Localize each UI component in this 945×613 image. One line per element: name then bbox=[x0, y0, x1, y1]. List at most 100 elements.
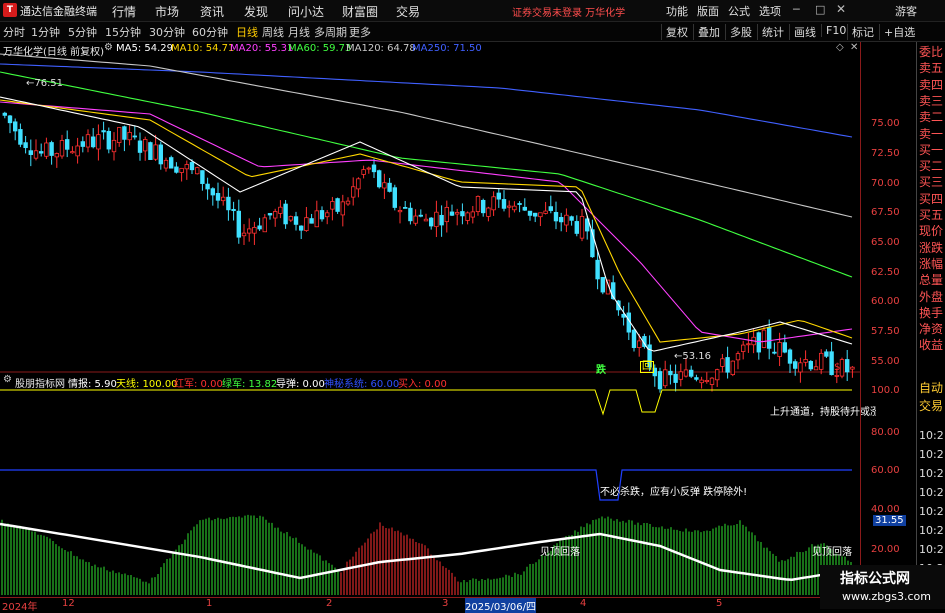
candle bbox=[533, 212, 538, 223]
f10-button[interactable]: F10 bbox=[821, 24, 846, 37]
tab-30min[interactable]: 30分钟 bbox=[149, 24, 185, 40]
moving-average-lines bbox=[0, 53, 853, 352]
tab-fenshi[interactable]: 分时 bbox=[3, 24, 25, 40]
side-label[interactable]: 交易 bbox=[919, 396, 945, 416]
kline-chart[interactable] bbox=[0, 42, 860, 597]
tab-weekly[interactable]: 周线 bbox=[262, 24, 284, 40]
candle bbox=[319, 206, 325, 222]
candle bbox=[350, 177, 356, 206]
candle bbox=[33, 139, 39, 161]
menu-banmian[interactable]: 版面 bbox=[697, 3, 719, 19]
menu-caifuquan[interactable]: 财富圈 bbox=[342, 3, 378, 20]
menu-faxian[interactable]: 发现 bbox=[244, 3, 268, 20]
menu-gongneng[interactable]: 功能 bbox=[666, 3, 688, 19]
candle bbox=[793, 359, 798, 376]
menu-wenxiaoda[interactable]: 问小达 bbox=[288, 3, 324, 20]
tab-15min[interactable]: 15分钟 bbox=[105, 24, 141, 40]
candle bbox=[428, 217, 434, 230]
sell-signal: $ bbox=[834, 362, 841, 373]
tab-monthly[interactable]: 月线 bbox=[288, 24, 310, 40]
trade-time: 10:2 bbox=[919, 543, 944, 556]
menu-xuanxiang[interactable]: 选项 bbox=[759, 3, 781, 19]
candle bbox=[91, 128, 96, 149]
maximize-icon[interactable]: □ bbox=[815, 3, 825, 16]
candle bbox=[335, 197, 340, 214]
low-price-label: ←53.16 bbox=[674, 351, 712, 362]
candle bbox=[75, 137, 80, 164]
candle bbox=[689, 365, 694, 379]
candle bbox=[480, 198, 486, 217]
sub-tick: 40.00 bbox=[871, 504, 900, 515]
guest-label[interactable]: 游客 bbox=[895, 3, 917, 19]
tab-5min[interactable]: 5分钟 bbox=[68, 24, 97, 40]
candle bbox=[470, 205, 475, 224]
candle bbox=[621, 305, 626, 326]
candle bbox=[408, 202, 413, 225]
menu-zixun[interactable]: 资讯 bbox=[200, 3, 224, 20]
menu-hangqing[interactable]: 行情 bbox=[112, 3, 136, 20]
menu-shichang[interactable]: 市场 bbox=[155, 3, 179, 20]
sub-white-line bbox=[0, 522, 853, 581]
price-tick: 70.00 bbox=[871, 178, 900, 189]
candle bbox=[382, 173, 387, 200]
candlestick-series bbox=[2, 111, 855, 393]
candle bbox=[18, 123, 23, 148]
candle bbox=[460, 203, 465, 225]
tab-multi-period[interactable]: 多周期 bbox=[314, 24, 347, 40]
candle bbox=[127, 125, 132, 146]
minimize-icon[interactable]: ─ bbox=[793, 3, 800, 16]
candle bbox=[402, 200, 408, 209]
candle bbox=[699, 376, 704, 389]
candle bbox=[278, 200, 283, 219]
mark-button[interactable]: 标记 bbox=[847, 24, 874, 40]
fuquan-button[interactable]: 复权 bbox=[661, 24, 688, 40]
candle bbox=[569, 215, 574, 226]
candle bbox=[725, 346, 730, 379]
candle bbox=[65, 130, 70, 158]
candle bbox=[210, 187, 215, 206]
date-label: 1 bbox=[206, 598, 213, 609]
menu-jiaoyi[interactable]: 交易 bbox=[396, 3, 420, 20]
trade-time: 10:2 bbox=[919, 429, 944, 442]
tab-1min[interactable]: 1分钟 bbox=[31, 24, 60, 40]
candle bbox=[272, 208, 278, 227]
candle bbox=[803, 350, 808, 367]
overlay-button[interactable]: 叠加 bbox=[693, 24, 720, 40]
candle bbox=[600, 277, 605, 295]
candle bbox=[501, 190, 507, 212]
tab-more[interactable]: 更多 bbox=[349, 24, 371, 40]
trade-time: 10:2 bbox=[919, 486, 944, 499]
menu-gongshi[interactable]: 公式 bbox=[728, 3, 750, 19]
date-label: 5 bbox=[716, 598, 723, 609]
candle bbox=[418, 209, 423, 218]
multi-stock-button[interactable]: 多股 bbox=[725, 24, 752, 40]
candle bbox=[148, 141, 153, 160]
tab-daily[interactable]: 日线 bbox=[236, 24, 258, 40]
title-bar bbox=[0, 0, 945, 22]
candle bbox=[829, 341, 834, 376]
side-label[interactable]: 收益 bbox=[919, 335, 945, 355]
candle bbox=[397, 206, 403, 224]
draw-line-button[interactable]: 画线 bbox=[789, 24, 816, 40]
sub-tick: 100.0 bbox=[871, 385, 900, 396]
candle bbox=[28, 139, 33, 167]
price-tick: 67.50 bbox=[871, 207, 900, 218]
candle bbox=[548, 195, 553, 214]
candle bbox=[761, 326, 767, 349]
candle bbox=[506, 200, 512, 218]
candle bbox=[220, 186, 226, 206]
tab-60min[interactable]: 60分钟 bbox=[192, 24, 228, 40]
add-watchlist-button[interactable]: +自选 bbox=[879, 24, 915, 40]
stats-button[interactable]: 统计 bbox=[757, 24, 784, 40]
candle bbox=[673, 364, 678, 392]
candle bbox=[631, 328, 637, 352]
candle bbox=[454, 208, 460, 226]
candle bbox=[678, 363, 683, 387]
candle bbox=[257, 217, 262, 231]
candle bbox=[434, 200, 439, 238]
candle bbox=[106, 127, 111, 154]
candle bbox=[527, 210, 533, 221]
close-icon[interactable]: ✕ bbox=[836, 2, 846, 16]
side-label[interactable]: 自动 bbox=[919, 378, 945, 398]
login-notice[interactable]: 证券交易未登录 万华化学 bbox=[512, 4, 625, 19]
